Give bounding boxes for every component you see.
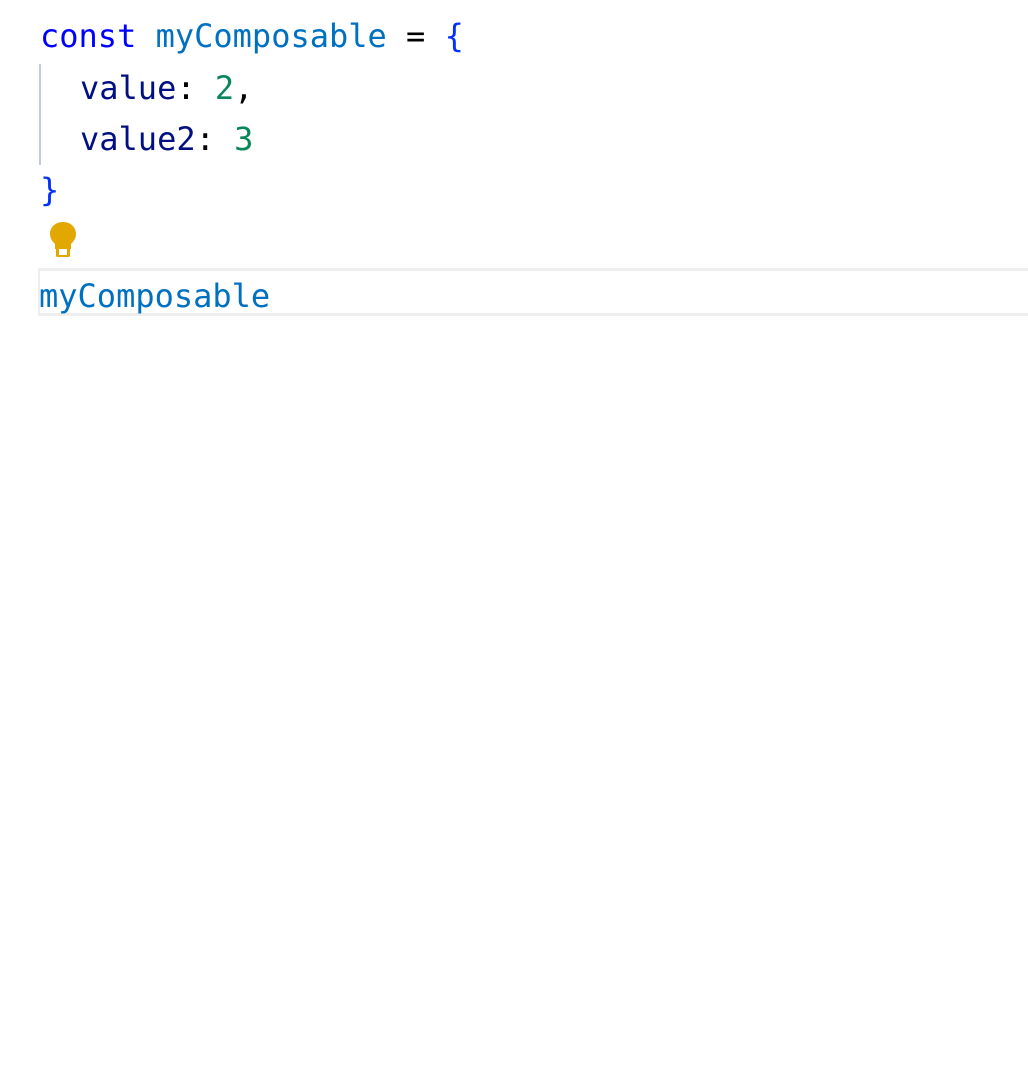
number-literal: 3: [234, 120, 254, 158]
variable-identifier: myComposable: [39, 277, 271, 315]
variable-identifier: myComposable: [155, 17, 387, 55]
code-line-4[interactable]: }: [40, 164, 59, 216]
code-line-2[interactable]: value: 2,: [80, 62, 253, 114]
lightbulb-icon-svg: [50, 222, 76, 257]
property-name: value: [80, 69, 177, 107]
colon: :: [195, 120, 215, 158]
indent-guide: [39, 64, 41, 165]
lightbulb-icon[interactable]: [48, 220, 78, 260]
assignment-operator: =: [406, 17, 426, 55]
comma: ,: [234, 69, 254, 107]
code-editor[interactable]: const myComposable = { value: 2, value2:…: [0, 0, 1028, 1070]
number-literal: 2: [214, 69, 235, 107]
keyword-const: const: [40, 17, 137, 55]
colon: :: [176, 69, 196, 107]
code-line-1[interactable]: const myComposable = {: [40, 10, 464, 62]
code-line-3[interactable]: value2: 3: [80, 113, 253, 165]
close-brace: }: [40, 171, 60, 209]
open-brace: {: [444, 17, 464, 55]
property-name: value2: [80, 120, 196, 158]
code-line-6[interactable]: myComposable: [39, 270, 270, 322]
